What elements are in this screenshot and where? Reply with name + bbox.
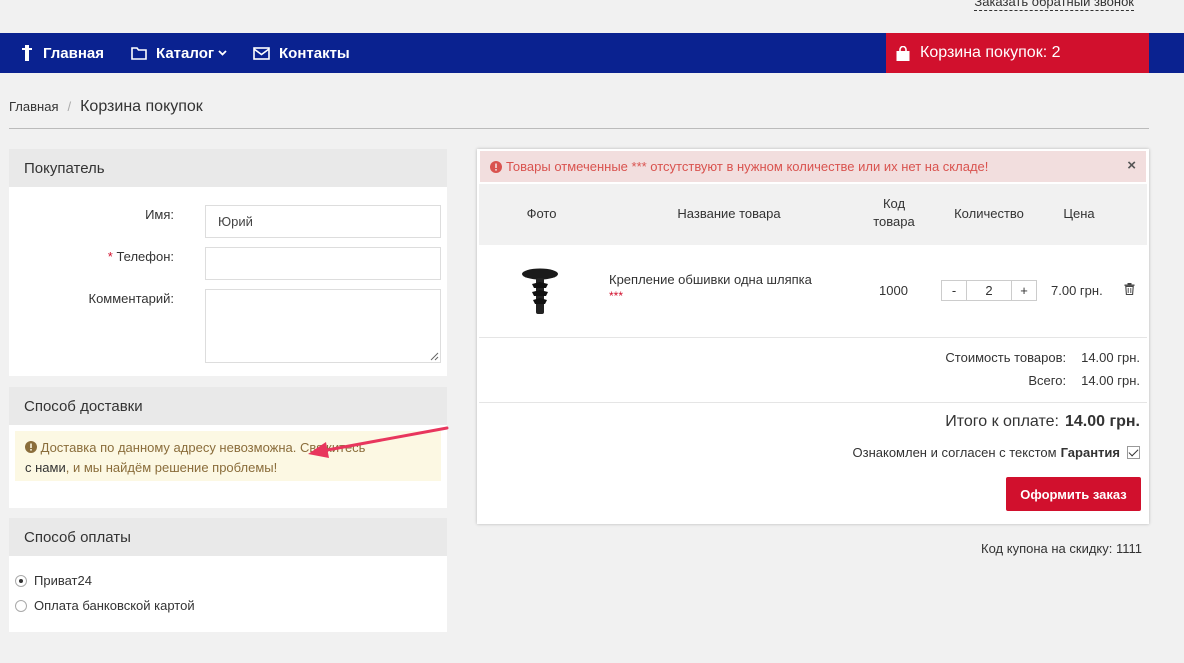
column-price: Цена xyxy=(1063,206,1095,221)
exclamation-circle-icon xyxy=(25,441,37,453)
nav-contacts[interactable]: Контакты xyxy=(253,33,350,73)
column-code-line1: Код xyxy=(882,196,906,211)
exclamation-circle-icon xyxy=(490,160,502,173)
out-of-stock-mark: *** xyxy=(609,289,624,303)
chevron-down-icon xyxy=(218,50,227,56)
resize-grip-icon[interactable] xyxy=(430,352,439,361)
breadcrumb-separator: / xyxy=(67,99,72,114)
breadcrumb-home[interactable]: Главная xyxy=(9,99,58,114)
comment-textarea[interactable] xyxy=(205,289,441,363)
total-value: 14.00 грн. xyxy=(1064,413,1140,430)
all-row: Всего: 14.00 грн. xyxy=(945,369,1140,392)
guarantee-link[interactable]: Гарантия xyxy=(1061,445,1120,460)
total-label: Итого к оплате: xyxy=(945,413,1059,430)
qty-plus-button[interactable]: + xyxy=(1011,280,1037,301)
name-label: Имя: xyxy=(145,207,174,222)
shopping-bag-icon xyxy=(896,45,910,61)
column-code-line2: товара xyxy=(873,214,915,229)
home-icon xyxy=(22,45,32,61)
name-input[interactable]: Юрий xyxy=(205,205,441,238)
agreement-checkbox[interactable] xyxy=(1127,446,1140,459)
agreement-text: Ознакомлен и согласен с текстом xyxy=(852,445,1057,460)
cart-table-header: Фото Название товара Код товара Количеств… xyxy=(479,184,1147,245)
place-order-button[interactable]: Оформить заказ xyxy=(1006,477,1141,511)
qty-input[interactable]: 2 xyxy=(967,280,1011,301)
nav-catalog[interactable]: Каталог xyxy=(131,33,227,73)
cart-panel: Товары отмеченные *** отсутствуют в нужн… xyxy=(477,149,1149,524)
stock-alert-text: Товары отмеченные *** отсутствуют в нужн… xyxy=(506,159,989,174)
trash-icon[interactable] xyxy=(1124,283,1135,295)
product-name[interactable]: Крепление обшивки одна шляпка xyxy=(609,272,812,287)
top-bar: Заказать обратный звонок xyxy=(0,0,1184,33)
product-code: 1000 xyxy=(879,283,908,298)
contact-us-link[interactable]: с нами xyxy=(25,460,66,475)
coupon-code: Код купона на скидку: 1111 xyxy=(981,541,1142,556)
folder-icon xyxy=(131,47,147,60)
breadcrumb: Главная / Корзина покупок xyxy=(9,98,1149,129)
nav-home[interactable]: Главная xyxy=(20,33,104,73)
required-mark: * xyxy=(107,249,113,264)
envelope-icon xyxy=(253,46,270,60)
delivery-warning-rest: , и мы найдём решение проблемы! xyxy=(65,460,278,475)
callback-link[interactable]: Заказать обратный звонок xyxy=(974,0,1134,11)
goods-cost-value: 14.00 грн. xyxy=(1081,350,1140,365)
buyer-panel: Покупатель Имя: Юрий * Телефон: Коммента… xyxy=(9,149,447,376)
radio-unchecked[interactable] xyxy=(15,599,27,612)
radio-checked[interactable] xyxy=(15,574,27,587)
stock-alert: Товары отмеченные *** отсутствуют в нужн… xyxy=(480,151,1146,182)
comment-label: Комментарий: xyxy=(88,291,175,306)
column-photo: Фото xyxy=(526,206,557,221)
all-label: Всего: xyxy=(1028,373,1067,388)
close-icon[interactable]: × xyxy=(1127,158,1136,174)
nav-home-label: Главная xyxy=(43,44,105,62)
nav-contacts-label: Контакты xyxy=(279,44,350,62)
cart-button-label: Корзина покупок: 2 xyxy=(920,44,1061,61)
cart-sums: Стоимость товаров: 14.00 грн. Всего: 14.… xyxy=(945,346,1140,392)
payment-option-label: Оплата банковской картой xyxy=(34,598,195,613)
quantity-stepper: - 2 + xyxy=(941,280,1037,301)
nav-catalog-label: Каталог xyxy=(156,44,215,62)
payment-option-privat24[interactable]: Приват24 xyxy=(15,573,92,588)
total-to-pay: Итого к оплате: 14.00 грн. xyxy=(945,413,1140,431)
breadcrumb-current: Корзина покупок xyxy=(80,98,203,115)
cart-button[interactable]: Корзина покупок: 2 xyxy=(886,33,1149,73)
product-price: 7.00 грн. xyxy=(1051,283,1103,298)
all-value: 14.00 грн. xyxy=(1081,373,1140,388)
buyer-panel-title: Покупатель xyxy=(9,149,447,187)
divider xyxy=(479,402,1147,403)
column-name: Название товара xyxy=(677,206,781,221)
qty-minus-button[interactable]: - xyxy=(941,280,967,301)
agreement-row: Ознакомлен и согласен с текстом Гарантия xyxy=(852,445,1140,460)
product-image[interactable] xyxy=(519,267,561,317)
annotation-arrow-icon xyxy=(308,426,449,458)
payment-panel-title: Способ оплаты xyxy=(9,518,447,556)
goods-cost-row: Стоимость товаров: 14.00 грн. xyxy=(945,346,1140,369)
column-qty: Количество xyxy=(954,206,1024,221)
table-row: Крепление обшивки одна шляпка *** 1000 -… xyxy=(479,245,1147,338)
main-navbar: Главная Каталог Контакты Корзина покупок… xyxy=(0,33,1184,73)
phone-label-text: Телефон: xyxy=(116,249,174,264)
payment-option-label: Приват24 xyxy=(34,573,92,588)
phone-label: * Телефон: xyxy=(108,249,174,264)
payment-option-card[interactable]: Оплата банковской картой xyxy=(15,598,195,613)
column-code: Код товара xyxy=(864,195,924,231)
goods-cost-label: Стоимость товаров: xyxy=(945,350,1067,365)
product-name-cell: Крепление обшивки одна шляпка *** xyxy=(609,272,812,304)
phone-input[interactable] xyxy=(205,247,441,280)
payment-panel: Способ оплаты Приват24 Оплата банковской… xyxy=(9,518,447,632)
